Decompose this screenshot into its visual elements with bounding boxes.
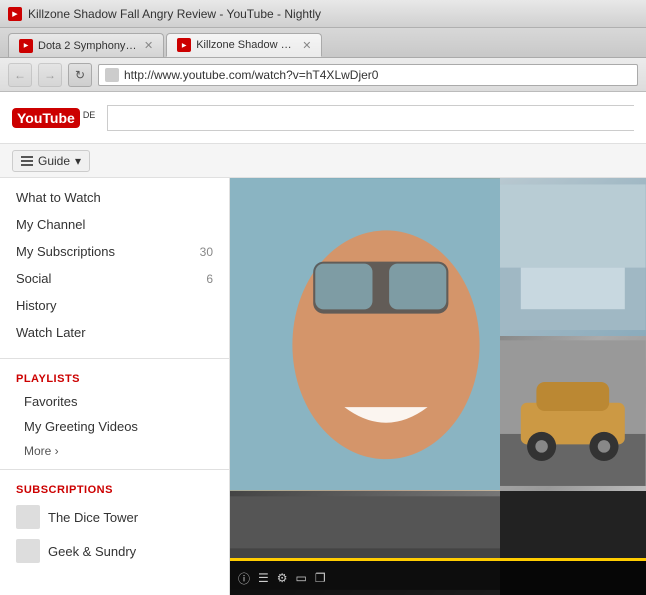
info-icon[interactable]: ⓘ — [238, 570, 250, 587]
sidebar-item-geek-sundry[interactable]: Geek & Sundry — [0, 534, 229, 568]
sidebar-item-my-channel[interactable]: My Channel — [0, 211, 229, 238]
guide-button[interactable]: Guide ▾ — [12, 150, 90, 172]
sidebar-label-watch-later: Watch Later — [16, 325, 86, 340]
back-button[interactable]: ← — [8, 63, 32, 87]
tab-1-label: Dota 2 Symphony of ... — [38, 40, 138, 52]
yt-sidebar: What to Watch My Channel My Subscription… — [0, 178, 230, 595]
sidebar-label-what-to-watch: What to Watch — [16, 190, 101, 205]
thumb-br-svg — [500, 336, 646, 490]
tab-1-close[interactable]: ✕ — [144, 39, 153, 52]
video-frame: ⓘ ☰ ⚙ ▭ ❐ — [230, 178, 646, 595]
youtube-page: You Tube DE Guide ▾ What to Watch My Ch — [0, 92, 646, 595]
reload-button[interactable]: ↻ — [68, 63, 92, 87]
guide-label: Guide — [38, 154, 70, 168]
address-favicon — [105, 68, 119, 82]
yt-main: What to Watch My Channel My Subscription… — [0, 178, 646, 595]
yt-logo[interactable]: You Tube DE — [12, 108, 95, 128]
sidebar-item-history[interactable]: History — [0, 292, 229, 319]
yt-video-area[interactable]: ⓘ ☰ ⚙ ▭ ❐ — [230, 178, 646, 595]
nav-bar: ← → ↻ http://www.youtube.com/watch?v=hT4… — [0, 58, 646, 92]
fullscreen-icon[interactable]: ❐ — [315, 571, 326, 585]
tab-1-favicon — [19, 39, 33, 53]
sidebar-item-social[interactable]: Social 6 — [0, 265, 229, 292]
tab-2-favicon — [177, 38, 191, 52]
address-bar[interactable]: http://www.youtube.com/watch?v=hT4XLwDje… — [98, 64, 638, 86]
sidebar-item-what-to-watch[interactable]: What to Watch — [0, 184, 229, 211]
browser-titlebar: Killzone Shadow Fall Angry Review - YouT… — [0, 0, 646, 28]
sidebar-divider-2 — [0, 469, 229, 470]
list-icon[interactable]: ☰ — [258, 571, 269, 585]
tab-killzone[interactable]: Killzone Shadow Fa... ✕ — [166, 33, 322, 57]
sidebar-playlists-title: PLAYLISTS — [0, 365, 229, 389]
search-input[interactable] — [107, 105, 634, 131]
sidebar-label-my-subscriptions: My Subscriptions — [16, 244, 115, 259]
tab-dota2[interactable]: Dota 2 Symphony of ... ✕ — [8, 33, 164, 57]
tab-2-label: Killzone Shadow Fa... — [196, 39, 296, 51]
sidebar-subscriptions-title: SUBSCRIPTIONS — [0, 476, 229, 500]
sidebar-playlists-more[interactable]: More › — [0, 439, 229, 463]
dice-tower-thumb — [16, 505, 40, 529]
yt-logo-de: DE — [83, 110, 96, 120]
sidebar-count-social: 6 — [206, 272, 213, 286]
sidebar-label-history: History — [16, 298, 56, 313]
yt-logo-tube: Tube — [42, 110, 74, 126]
browser-title: Killzone Shadow Fall Angry Review - YouT… — [28, 7, 321, 21]
browser-app-icon — [8, 7, 22, 21]
yt-logo-box: You Tube — [12, 108, 80, 128]
sidebar-nav-section: What to Watch My Channel My Subscription… — [0, 178, 229, 352]
tab-2-close[interactable]: ✕ — [302, 39, 311, 52]
address-text: http://www.youtube.com/watch?v=hT4XLwDje… — [124, 68, 378, 82]
yt-header: You Tube DE — [0, 92, 646, 144]
sidebar-label-my-greeting-videos: My Greeting Videos — [24, 419, 138, 434]
thumb-tr-svg — [500, 178, 646, 336]
sidebar-item-dice-tower[interactable]: The Dice Tower — [0, 500, 229, 534]
sidebar-label-geek-sundry: Geek & Sundry — [48, 544, 136, 559]
sidebar-item-my-greeting-videos[interactable]: My Greeting Videos — [0, 414, 229, 439]
sidebar-label-favorites: Favorites — [24, 394, 77, 409]
video-thumb-br — [500, 336, 646, 490]
video-main-svg — [230, 178, 500, 491]
sidebar-item-my-subscriptions[interactable]: My Subscriptions 30 — [0, 238, 229, 265]
geek-sundry-thumb — [16, 539, 40, 563]
hamburger-icon — [21, 156, 33, 166]
tab-bar: Dota 2 Symphony of ... ✕ Killzone Shadow… — [0, 28, 646, 58]
sidebar-label-dice-tower: The Dice Tower — [48, 510, 138, 525]
sidebar-item-watch-later[interactable]: Watch Later — [0, 319, 229, 346]
sidebar-item-favorites[interactable]: Favorites — [0, 389, 229, 414]
sidebar-label-my-channel: My Channel — [16, 217, 85, 232]
sidebar-label-social: Social — [16, 271, 51, 286]
settings-icon[interactable]: ⚙ — [277, 571, 288, 585]
theater-icon[interactable]: ▭ — [296, 571, 307, 585]
video-controls[interactable]: ⓘ ☰ ⚙ ▭ ❐ — [230, 561, 646, 595]
forward-button[interactable]: → — [38, 63, 62, 87]
sidebar-divider-1 — [0, 358, 229, 359]
video-main — [230, 178, 500, 491]
guide-arrow: ▾ — [75, 154, 81, 168]
sidebar-count-my-subscriptions: 30 — [200, 245, 213, 259]
yt-toolbar: Guide ▾ — [0, 144, 646, 178]
yt-logo-you: You — [17, 110, 42, 126]
video-thumb-tr — [500, 178, 646, 336]
